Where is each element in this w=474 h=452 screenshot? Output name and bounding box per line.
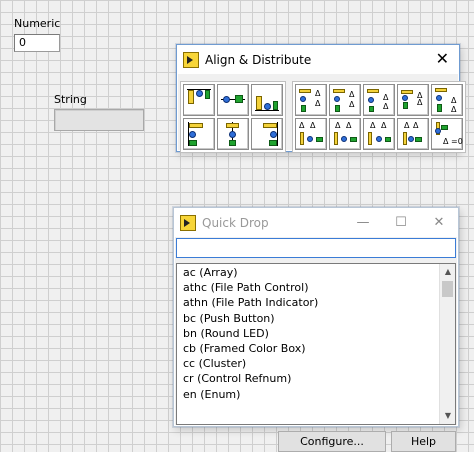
list-item[interactable]: cb (Framed Color Box): [177, 341, 438, 356]
quick-drop-window: Quick Drop — ☐ ✕ ac (Array) athc (File P…: [173, 207, 459, 452]
help-button[interactable]: Help: [391, 431, 456, 452]
distribute-vertical-compress-button[interactable]: Δ Δ: [397, 84, 429, 116]
string-indicator[interactable]: [54, 109, 144, 131]
scroll-up-icon[interactable]: ▲: [440, 264, 456, 280]
quick-drop-items: ac (Array) athc (File Path Control) athn…: [177, 265, 438, 402]
align-vertical-centers-button[interactable]: [217, 84, 249, 116]
scroll-thumb[interactable]: [442, 281, 453, 297]
list-item[interactable]: ac (Array): [177, 265, 438, 280]
list-scrollbar[interactable]: ▲ ▼: [439, 264, 455, 424]
align-horizontal-centers-button[interactable]: [217, 118, 249, 150]
labview-icon: [180, 214, 196, 231]
align-titlebar[interactable]: Align & Distribute ✕: [177, 45, 459, 74]
close-icon[interactable]: ✕: [420, 208, 458, 237]
distribute-vertical-gaps-button[interactable]: Δ Δ: [363, 84, 395, 116]
distribute-left-edges-button[interactable]: Δ Δ: [295, 118, 327, 150]
quick-drop-list[interactable]: ac (Array) athc (File Path Control) athn…: [176, 263, 456, 425]
list-item[interactable]: cr (Control Refnum): [177, 371, 438, 386]
align-bottom-edges-button[interactable]: [251, 84, 283, 116]
minimize-icon[interactable]: —: [344, 208, 382, 237]
close-icon[interactable]: ✕: [436, 50, 449, 68]
align-toolbar: Δ Δ Δ Δ Δ Δ Δ Δ Δ Δ Δ Δ Δ Δ Δ Δ Δ Δ Δ =0: [178, 74, 466, 153]
distribute-objects-group: Δ Δ Δ Δ Δ Δ Δ Δ Δ Δ Δ Δ Δ Δ Δ Δ Δ Δ Δ =0: [292, 81, 466, 153]
configure-button[interactable]: Configure...: [278, 431, 386, 452]
numeric-label: Numeric: [14, 17, 61, 30]
distribute-horizontal-gaps-button[interactable]: Δ Δ: [363, 118, 395, 150]
align-left-edges-button[interactable]: [183, 118, 215, 150]
quick-drop-title: Quick Drop: [202, 215, 269, 230]
numeric-control[interactable]: 0: [14, 34, 60, 52]
scroll-down-icon[interactable]: ▼: [440, 408, 456, 424]
list-item[interactable]: athc (File Path Control): [177, 280, 438, 295]
list-item[interactable]: bn (Round LED): [177, 326, 438, 341]
distribute-top-edges-button[interactable]: Δ Δ: [295, 84, 327, 116]
list-item[interactable]: cc (Cluster): [177, 356, 438, 371]
align-objects-group: [180, 81, 286, 153]
align-distribute-window: Align & Distribute ✕ Δ Δ Δ Δ Δ Δ Δ Δ Δ Δ…: [176, 44, 466, 153]
labview-icon: [183, 51, 199, 68]
quick-drop-search-input[interactable]: [176, 238, 456, 258]
list-item[interactable]: athn (File Path Indicator): [177, 295, 438, 310]
align-window-title: Align & Distribute: [205, 52, 312, 67]
distribute-bottom-edges-button[interactable]: Δ Δ: [431, 84, 463, 116]
quick-drop-titlebar[interactable]: Quick Drop — ☐ ✕: [174, 208, 458, 237]
align-right-edges-button[interactable]: [251, 118, 283, 150]
list-item[interactable]: bc (Push Button): [177, 311, 438, 326]
list-item[interactable]: en (Enum): [177, 387, 438, 402]
maximize-icon[interactable]: ☐: [382, 208, 420, 237]
align-top-edges-button[interactable]: [183, 84, 215, 116]
distribute-horizontal-centers-button[interactable]: Δ Δ: [329, 118, 361, 150]
string-label: String: [54, 93, 87, 106]
quick-drop-body: ac (Array) athc (File Path Control) athn…: [175, 237, 457, 452]
distribute-horizontal-compress-button[interactable]: Δ Δ: [397, 118, 429, 150]
distribute-right-edges-button[interactable]: Δ =0: [431, 118, 463, 150]
distribute-vertical-centers-button[interactable]: Δ Δ: [329, 84, 361, 116]
